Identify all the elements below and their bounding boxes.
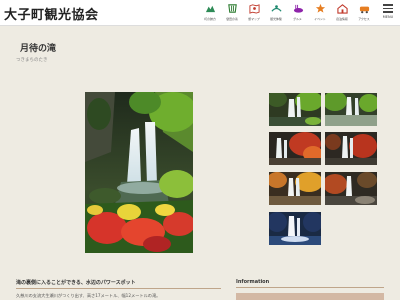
access-icon: [359, 6, 369, 14]
hamburger-icon: [383, 4, 393, 15]
nav-item-lodging[interactable]: 宿泊情報: [331, 2, 353, 24]
thumbnail-1[interactable]: [269, 93, 321, 126]
thumbnail-5[interactable]: [269, 172, 321, 205]
nav-item-travel-map[interactable]: 旅マップ: [243, 2, 265, 24]
thumbnail-6[interactable]: [325, 172, 377, 205]
nav-item-fukuroda-falls[interactable]: 袋田の滝: [221, 2, 243, 24]
nav-label: 町の魅力: [204, 17, 216, 21]
information-panel: [236, 293, 384, 300]
gourmet-icon: [293, 4, 303, 13]
waterfall-main-image: [85, 92, 193, 253]
thumbnail-4[interactable]: [325, 132, 377, 165]
nav-label: 袋田の滝: [226, 17, 238, 21]
thumbnail-3[interactable]: [269, 132, 321, 165]
main-photo: [85, 92, 193, 253]
lodging-icon: [336, 4, 348, 14]
nav-label: 観光体験: [270, 17, 282, 21]
event-icon: [315, 3, 325, 13]
nav-item-event[interactable]: イベント: [309, 2, 331, 24]
nav-item-experience[interactable]: 観光体験: [265, 2, 287, 24]
town-charm-icon: [205, 5, 215, 13]
thumbnail-7[interactable]: [269, 212, 321, 245]
site-title[interactable]: 大子町観光協会: [4, 4, 99, 23]
nav-label: イベント: [314, 17, 326, 21]
description-heading: 滝の裏側に入ることができる、水辺のパワースポット: [16, 279, 221, 289]
nav-label: アクセス: [358, 17, 370, 21]
menu-button[interactable]: MENU: [378, 2, 398, 24]
site-header: 大子町観光協会 町の魅力 袋田の滝 旅マップ 観光体験 グルメ イベント 宿泊情…: [0, 0, 400, 26]
nav-label: グルメ: [293, 17, 303, 21]
nav-label: 宿泊情報: [336, 17, 348, 21]
nav-item-access[interactable]: アクセス: [353, 2, 375, 24]
page-title: 月待の滝: [20, 44, 57, 54]
global-nav: 町の魅力 袋田の滝 旅マップ 観光体験 グルメ イベント 宿泊情報 アクセス: [199, 2, 375, 24]
nav-item-gourmet[interactable]: グルメ: [287, 2, 309, 24]
nav-label: 旅マップ: [248, 17, 260, 21]
description-text: 久慈川の支流大生瀬川がつくり出す、高さ17メートル、幅12メートルの滝。: [16, 293, 161, 298]
map-icon: [248, 4, 260, 14]
experience-icon: [270, 5, 282, 12]
page-title-reading: つきまちのたき: [16, 58, 48, 63]
information-heading: Information: [236, 279, 384, 288]
nav-item-town-charm[interactable]: 町の魅力: [199, 2, 221, 24]
menu-label: MENU: [382, 14, 394, 19]
thumbnail-2[interactable]: [325, 93, 377, 126]
waterfall-icon: [227, 4, 237, 13]
